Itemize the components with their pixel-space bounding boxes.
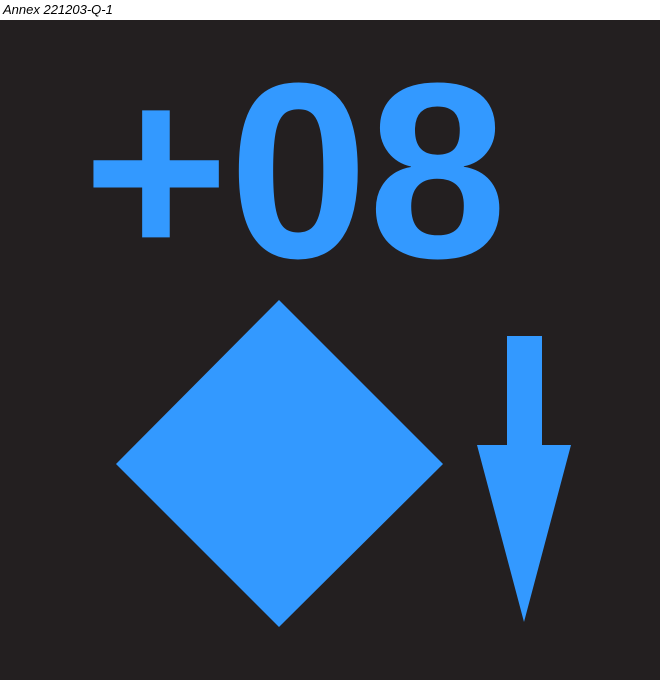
annex-caption: Annex 221203-Q-1 — [3, 2, 113, 17]
display-panel: +08 — [0, 20, 660, 680]
down-arrow-icon — [477, 336, 571, 622]
value-readout: +08 — [83, 31, 507, 310]
display-graphic: +08 — [83, 31, 571, 627]
diamond-symbol — [116, 300, 443, 627]
